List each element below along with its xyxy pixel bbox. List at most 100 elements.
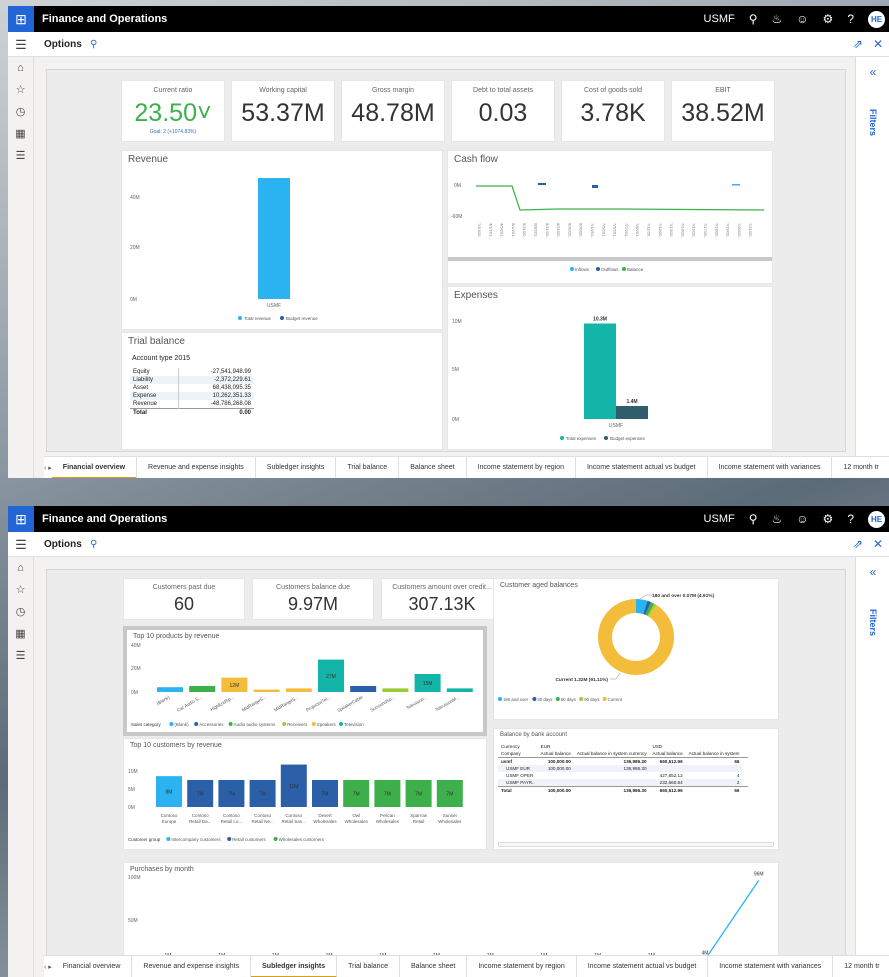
filters-pane[interactable]: « Filters: [855, 57, 889, 456]
smiley-icon[interactable]: ☺: [796, 512, 808, 526]
filters-label[interactable]: Filters: [859, 93, 887, 153]
tab-scroll-icon[interactable]: ‹ ▸: [44, 963, 52, 971]
kpi-card[interactable]: Customers past due 60: [123, 578, 245, 620]
kpi-card[interactable]: EBIT 38.52M: [671, 80, 775, 142]
table-total-row[interactable]: Total 0.00: [130, 408, 254, 418]
table-row[interactable]: USMF EUR 100,000.00 136,986.30: [498, 765, 749, 772]
tab-3[interactable]: Trial balance: [337, 956, 400, 977]
app-name[interactable]: Finance and Operations: [42, 506, 167, 532]
avatar[interactable]: HE: [868, 510, 885, 528]
table-row[interactable]: Expense 10,262,351.33: [130, 392, 254, 400]
expenses-visual[interactable]: Expenses 0M 5M 10M 10.3M 1.4M USMF Total expen…: [447, 286, 773, 450]
search-icon[interactable]: ⚲: [749, 12, 758, 26]
modules-icon[interactable]: ☰: [8, 145, 33, 167]
header-cell[interactable]: Actual balance: [538, 750, 574, 758]
home-icon[interactable]: ⌂: [8, 557, 33, 579]
header-cell[interactable]: Actual balance in system currency: [574, 750, 650, 758]
tab-6[interactable]: Income statement actual vs budget: [577, 956, 709, 977]
tab-7[interactable]: Income statement with variances: [708, 956, 834, 977]
tab-2[interactable]: Subledger insights: [251, 956, 338, 977]
account-type-header[interactable]: Account type: [132, 355, 172, 362]
bank-balance-visual[interactable]: Balance by bank account Currency EUR USD Co…: [493, 728, 779, 850]
popout-icon[interactable]: ⇗: [853, 32, 863, 57]
header-cell[interactable]: [742, 743, 748, 750]
kpi-card[interactable]: Current ratio 23.50˅ Goal: 2 (+1074.83%): [121, 80, 225, 142]
tab-scroll-icon[interactable]: ‹ ▸: [44, 464, 52, 472]
tab-6[interactable]: Income statement actual vs budget: [576, 457, 708, 478]
popout-icon[interactable]: ⇗: [853, 532, 863, 557]
tab-5[interactable]: Income statement by region: [467, 956, 577, 977]
recent-icon[interactable]: ◷: [8, 601, 33, 623]
table-row[interactable]: usmf 100,000.00 136,986.30 660,512.96 66: [498, 758, 748, 766]
tab-1[interactable]: Revenue and expense insights: [137, 457, 256, 478]
workspaces-icon[interactable]: ▦: [8, 123, 33, 145]
cash-flow-visual[interactable]: Cash flow 0M -60M 7/10/20.. 4/1/201.. 4/5/20…: [447, 150, 773, 284]
help-icon[interactable]: ?: [847, 12, 854, 26]
top-customers-visual[interactable]: Top 10 customers by revenue 0M 5M 10M 8M Con…: [123, 738, 487, 850]
year-header[interactable]: 2015: [174, 355, 190, 362]
table-row[interactable]: Liability -2,372,229.61: [130, 376, 254, 384]
kpi-card[interactable]: Customers balance due 9.97M: [252, 578, 374, 620]
tab-0[interactable]: Financial overview: [51, 457, 138, 478]
header-cell[interactable]: Currency: [498, 743, 538, 750]
gear-icon[interactable]: ⚙: [823, 512, 834, 526]
kpi-card[interactable]: Cost of goods sold 3.78K: [561, 80, 665, 142]
table-row[interactable]: Total 100,000.00 136,986.30 660,512.96 66: [498, 786, 749, 795]
tab-4[interactable]: Balance sheet: [399, 457, 467, 478]
header-cell[interactable]: USD: [650, 743, 686, 750]
help-icon[interactable]: ?: [847, 512, 854, 526]
header-cell[interactable]: [742, 750, 748, 758]
company-picker[interactable]: USMF: [704, 13, 735, 25]
tab-8[interactable]: 12 month tr: [833, 956, 889, 977]
notification-icon[interactable]: ♨: [772, 12, 783, 26]
options-button[interactable]: Options: [44, 532, 82, 557]
tab-7[interactable]: Income statement with variances: [708, 457, 833, 478]
close-icon[interactable]: ✕: [873, 32, 883, 57]
kpi-card[interactable]: Debt to total assets 0.03: [451, 80, 555, 142]
smiley-icon[interactable]: ☺: [796, 12, 808, 26]
notification-icon[interactable]: ♨: [772, 512, 783, 526]
avatar[interactable]: HE: [868, 10, 885, 28]
filters-pane[interactable]: « Filters: [855, 557, 889, 955]
filters-label[interactable]: Filters: [859, 593, 887, 653]
horizontal-scrollbar[interactable]: [498, 842, 774, 847]
header-cell[interactable]: [574, 743, 650, 750]
header-cell[interactable]: Actual balance: [650, 750, 686, 758]
modules-icon[interactable]: ☰: [8, 645, 33, 667]
tab-1[interactable]: Revenue and expense insights: [132, 956, 252, 977]
tab-0[interactable]: Financial overview: [52, 956, 133, 977]
tab-5[interactable]: Income statement by region: [467, 457, 576, 478]
kpi-card[interactable]: Gross margin 48.78M: [341, 80, 445, 142]
kpi-card[interactable]: Customers amount over credit... 307.13K: [381, 578, 503, 620]
hamburger-icon[interactable]: ☰: [8, 532, 34, 557]
app-name[interactable]: Finance and Operations: [42, 6, 167, 32]
collapse-icon[interactable]: «: [856, 65, 889, 79]
options-button[interactable]: Options: [44, 32, 82, 57]
table-row[interactable]: USMF OPER 427,852.12 4: [498, 772, 748, 779]
home-icon[interactable]: ⌂: [8, 57, 33, 79]
favorites-icon[interactable]: ☆: [8, 579, 33, 601]
header-cell[interactable]: Company: [498, 750, 538, 758]
collapse-icon[interactable]: «: [856, 565, 889, 579]
workspaces-icon[interactable]: ▦: [8, 623, 33, 645]
gear-icon[interactable]: ⚙: [823, 12, 834, 26]
top-products-visual[interactable]: Top 10 products by revenue 0M 20M 40M (Blan…: [123, 626, 487, 736]
tab-4[interactable]: Balance sheet: [400, 956, 468, 977]
revenue-visual[interactable]: Revenue 0M 20M 40M USMF Total revenue Budget …: [121, 150, 443, 330]
search-icon[interactable]: ⚲: [749, 512, 758, 526]
close-icon[interactable]: ✕: [873, 532, 883, 557]
tab-3[interactable]: Trial balance: [336, 457, 400, 478]
favorites-icon[interactable]: ☆: [8, 79, 33, 101]
header-cell[interactable]: Actual balance in system: [686, 750, 743, 758]
table-row[interactable]: Asset 68,438,095.35: [130, 384, 254, 392]
table-row[interactable]: USMF PAYR.. 232,660.84 2: [498, 779, 749, 787]
search-icon[interactable]: ⚲: [90, 32, 97, 57]
search-icon[interactable]: ⚲: [90, 532, 97, 557]
waffle-icon[interactable]: ⊞: [8, 506, 34, 532]
table-row[interactable]: Revenue -48,786,268.08: [130, 400, 254, 409]
company-picker[interactable]: USMF: [704, 513, 735, 525]
waffle-icon[interactable]: ⊞: [8, 6, 34, 32]
kpi-card[interactable]: Working capital 53.37M: [231, 80, 335, 142]
header-cell[interactable]: EUR: [538, 743, 574, 750]
tab-8[interactable]: 12 month tr: [832, 457, 889, 478]
